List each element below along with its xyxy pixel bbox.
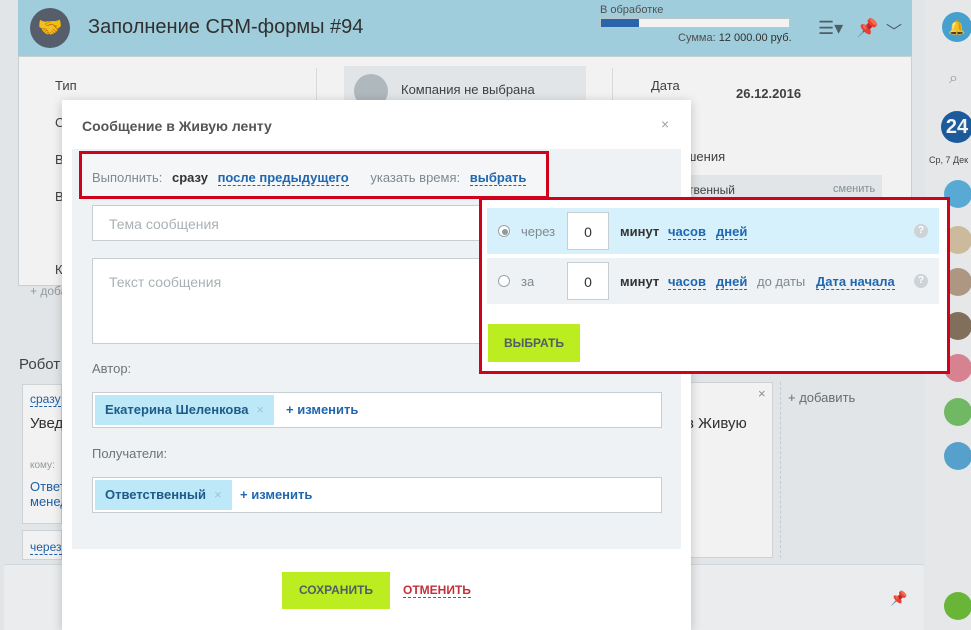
cancel-button[interactable]: ОТМЕНИТЬ (403, 583, 471, 598)
after-value-input[interactable]: 0 (567, 212, 609, 250)
unit-hours-link[interactable]: часов (668, 224, 706, 240)
close-icon[interactable]: × (661, 116, 669, 132)
before-value-input[interactable]: 0 (567, 262, 609, 300)
unit-minutes[interactable]: минут (620, 224, 659, 239)
author-tag: Екатерина Шеленкова × (95, 395, 275, 425)
execute-row: Выполнить: сразу после предыдущего указа… (92, 170, 527, 186)
remove-tag-icon[interactable]: × (256, 402, 264, 417)
radio-dot (502, 229, 508, 235)
message-textarea[interactable]: Текст сообщения (92, 258, 492, 344)
date-field-link[interactable]: Дата начала (816, 274, 895, 290)
time-label: указать время: (370, 170, 461, 185)
help-icon[interactable]: ? (914, 224, 928, 238)
subject-placeholder: Тема сообщения (109, 216, 219, 232)
help-icon[interactable]: ? (914, 274, 928, 288)
after-label: через (521, 224, 556, 239)
radio-after[interactable] (498, 225, 510, 237)
unit-minutes[interactable]: минут (620, 274, 659, 289)
choose-time-link[interactable]: выбрать (469, 170, 527, 186)
save-button[interactable]: СОХРАНИТЬ (282, 572, 390, 609)
recipient-tag-label: Ответственный (105, 487, 206, 502)
unit-days-link[interactable]: дней (716, 224, 748, 240)
execute-label: Выполнить: (92, 170, 163, 185)
change-author-link[interactable]: + изменить (286, 402, 358, 417)
author-tag-label: Екатерина Шеленкова (105, 402, 249, 417)
execute-after-previous-link[interactable]: после предыдущего (217, 170, 349, 186)
to-date-label: до даты (757, 274, 806, 289)
choose-button[interactable]: ВЫБРАТЬ (488, 324, 580, 362)
author-label: Автор: (92, 361, 132, 376)
before-label: за (521, 274, 535, 289)
remove-tag-icon[interactable]: × (214, 487, 222, 502)
recipient-tag: Ответственный × (95, 480, 232, 510)
message-placeholder: Текст сообщения (109, 274, 222, 290)
recipients-label: Получатели: (92, 446, 168, 461)
subject-input[interactable]: Тема сообщения (92, 205, 492, 241)
unit-hours-link[interactable]: часов (668, 274, 706, 290)
execute-now-option[interactable]: сразу (172, 170, 208, 185)
change-recipients-link[interactable]: + изменить (240, 487, 312, 502)
unit-days-link[interactable]: дней (716, 274, 748, 290)
radio-before[interactable] (498, 275, 510, 287)
modal-title: Сообщение в Живую ленту (82, 118, 272, 134)
